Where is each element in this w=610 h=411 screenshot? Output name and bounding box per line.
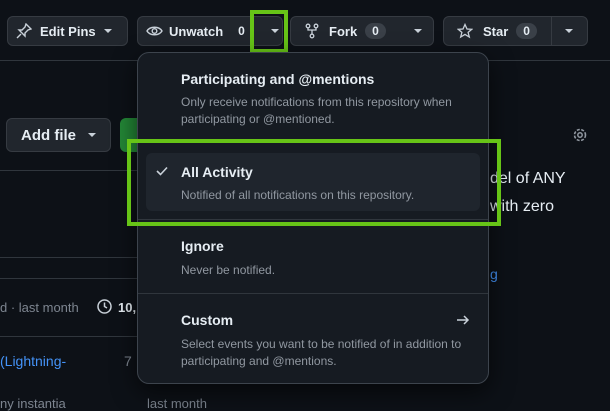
file-row-divider xyxy=(0,278,137,279)
menu-item-title: Custom xyxy=(181,312,234,328)
eye-icon xyxy=(146,26,163,36)
arrow-right-icon xyxy=(457,315,470,325)
all-activity-highlight-box xyxy=(127,139,501,226)
pin-icon xyxy=(16,23,32,39)
menu-item-description: Never be notified. xyxy=(181,263,276,277)
gear-icon[interactable] xyxy=(571,126,589,144)
unwatch-count: 0 xyxy=(238,24,245,38)
commits-count: 10, xyxy=(118,300,137,315)
history-icon xyxy=(97,299,112,314)
fork-dropdown-button[interactable] xyxy=(402,17,434,45)
star-label: Star xyxy=(483,23,509,39)
menu-item-participating[interactable]: Participating and @mentions Only receive… xyxy=(138,53,488,135)
menu-item-custom[interactable]: Custom Select events you want to be noti… xyxy=(138,294,488,384)
menu-item-description: Select events you want to be notified of… xyxy=(181,337,462,368)
fork-count: 0 xyxy=(365,23,386,39)
repo-forked-icon xyxy=(305,23,319,39)
chevron-down-icon xyxy=(88,133,96,137)
menu-item-title: Participating and @mentions xyxy=(181,71,375,87)
star-count: 0 xyxy=(516,23,537,39)
file-row-divider xyxy=(0,336,137,337)
row-link[interactable]: (Lightning- xyxy=(0,353,66,369)
commit-meta: d · last month xyxy=(0,300,79,315)
star-button[interactable]: Star 0 xyxy=(443,16,588,46)
star-dropdown-button[interactable] xyxy=(552,17,586,45)
add-file-button[interactable]: Add file xyxy=(6,118,111,152)
menu-item-title: Ignore xyxy=(181,238,224,254)
row-number: 7 xyxy=(124,353,132,369)
file-list-border xyxy=(0,257,137,258)
star-icon xyxy=(457,23,473,39)
chevron-down-icon xyxy=(413,29,422,33)
edit-pins-label: Edit Pins xyxy=(40,23,96,39)
edit-pins-button[interactable]: Edit Pins xyxy=(7,16,128,46)
dropdown-highlight-box xyxy=(250,10,288,53)
menu-item-description: Only receive notifications from this rep… xyxy=(181,95,452,126)
chevron-down-icon xyxy=(564,29,573,33)
menu-item-ignore[interactable]: Ignore Never be notified. xyxy=(138,220,488,292)
about-text-line-1: del of ANY xyxy=(490,170,566,187)
about-link[interactable]: g xyxy=(490,266,498,282)
file-list-border xyxy=(0,170,137,171)
fork-label: Fork xyxy=(329,23,358,39)
fork-button[interactable]: Fork 0 xyxy=(290,16,434,46)
add-file-label: Add file xyxy=(21,126,76,144)
chevron-down-icon xyxy=(103,29,112,33)
unwatch-label: Unwatch xyxy=(169,23,224,39)
